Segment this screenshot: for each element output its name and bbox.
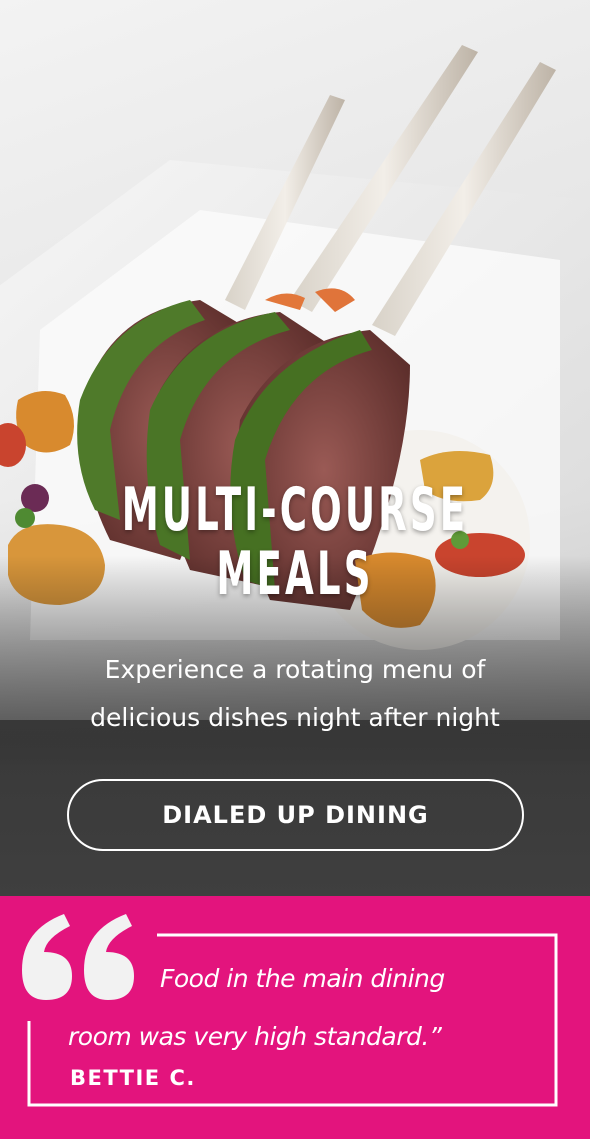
hero-title-line1: MULTI-COURSE	[121, 475, 469, 545]
lamb-rack-photo	[0, 0, 590, 896]
testimonial-quote: Food in the main dining room was very hi…	[68, 950, 538, 1066]
hero-subtitle: Experience a rotating menu of delicious …	[40, 646, 550, 742]
hero-subtitle-line1: Experience a rotating menu of	[104, 655, 486, 684]
dialed-up-dining-button[interactable]: DIALED UP DINING	[67, 779, 524, 851]
hero-title-line2: MEALS	[216, 539, 374, 609]
quote-line1: Food in the main dining	[160, 964, 445, 993]
hero-subtitle-line2: delicious dishes night after night	[90, 703, 500, 732]
hero-section: MULTI-COURSE MEALS Experience a rotating…	[0, 0, 590, 896]
hero-title: MULTI-COURSE MEALS	[112, 478, 478, 606]
testimonial-section: Food in the main dining room was very hi…	[0, 896, 590, 1139]
testimonial-author: BETTIE C.	[70, 1066, 196, 1090]
quote-line2: room was very high standard.”	[68, 1022, 442, 1051]
